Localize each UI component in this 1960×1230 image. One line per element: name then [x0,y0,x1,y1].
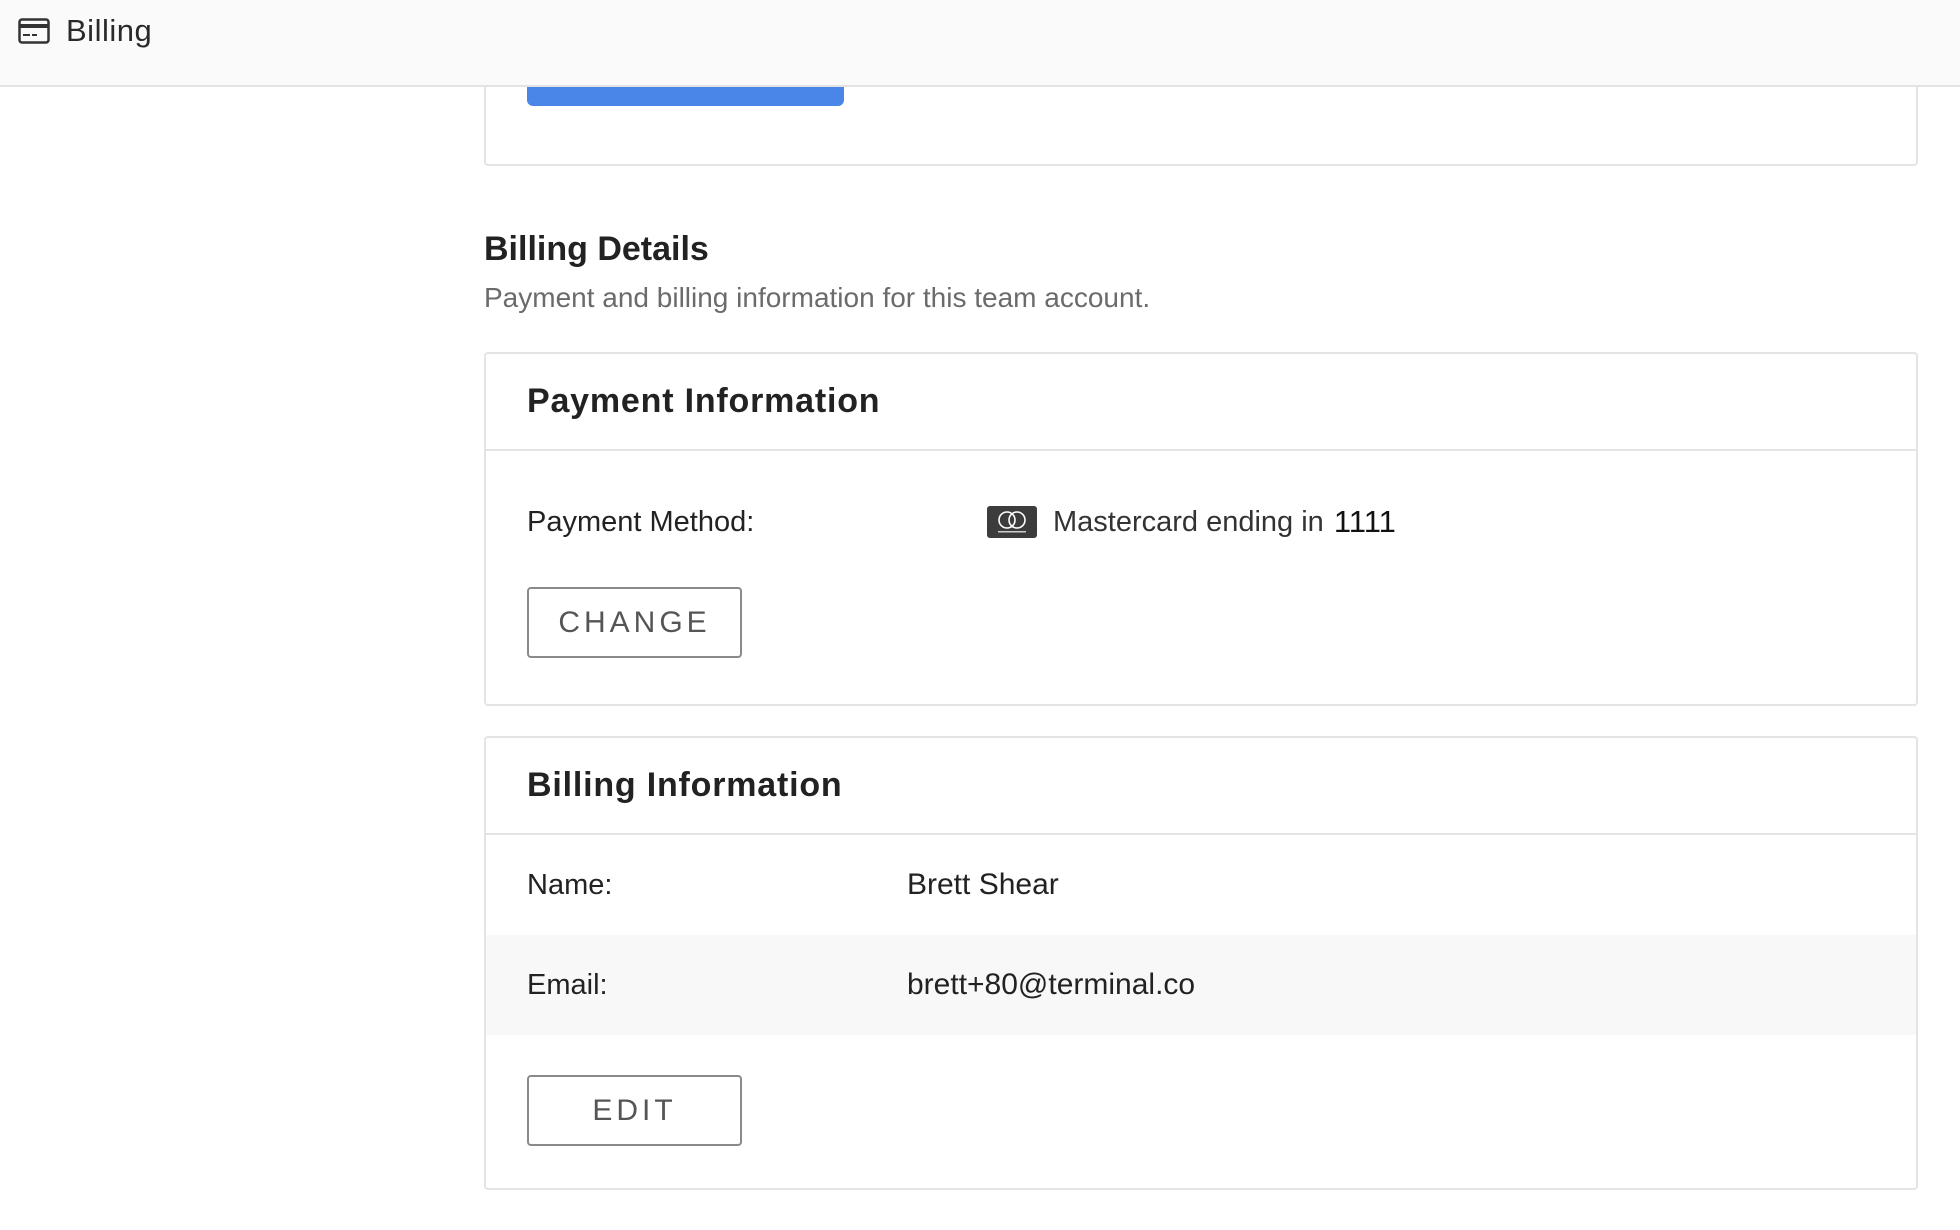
payment-method-label: Payment Method: [527,505,755,538]
credit-card-icon [18,17,50,44]
name-label: Name: [527,868,613,901]
billing-information-title: Billing Information [486,738,1916,835]
payment-information-title: Payment Information [486,354,1916,451]
change-payment-button[interactable]: CHANGE [527,587,742,658]
email-value: brett+80@terminal.co [907,968,1196,1001]
top-bar: Billing [0,0,1960,87]
billing-details-title: Billing Details [484,230,709,268]
edit-billing-button[interactable]: EDIT [527,1075,742,1146]
card-last4: 1111 [1333,504,1396,539]
payment-information-card: Payment Information Payment Method: Mast… [484,352,1918,706]
billing-details-subtitle: Payment and billing information for this… [484,282,1151,313]
name-value: Brett Shear [907,868,1059,901]
payment-method-row: Payment Method: Mastercard ending in 111… [527,502,1877,542]
primary-button-partial[interactable] [527,85,844,106]
billing-information-card: Billing Information Name: Brett Shear Em… [484,736,1918,1190]
billing-name-row: Name: Brett Shear [486,835,1916,935]
card-description: Mastercard ending in [1053,505,1324,538]
email-label: Email: [527,968,608,1001]
mastercard-icon [987,506,1037,538]
page-title: Billing [66,12,153,48]
billing-email-row: Email: brett+80@terminal.co [486,935,1916,1035]
